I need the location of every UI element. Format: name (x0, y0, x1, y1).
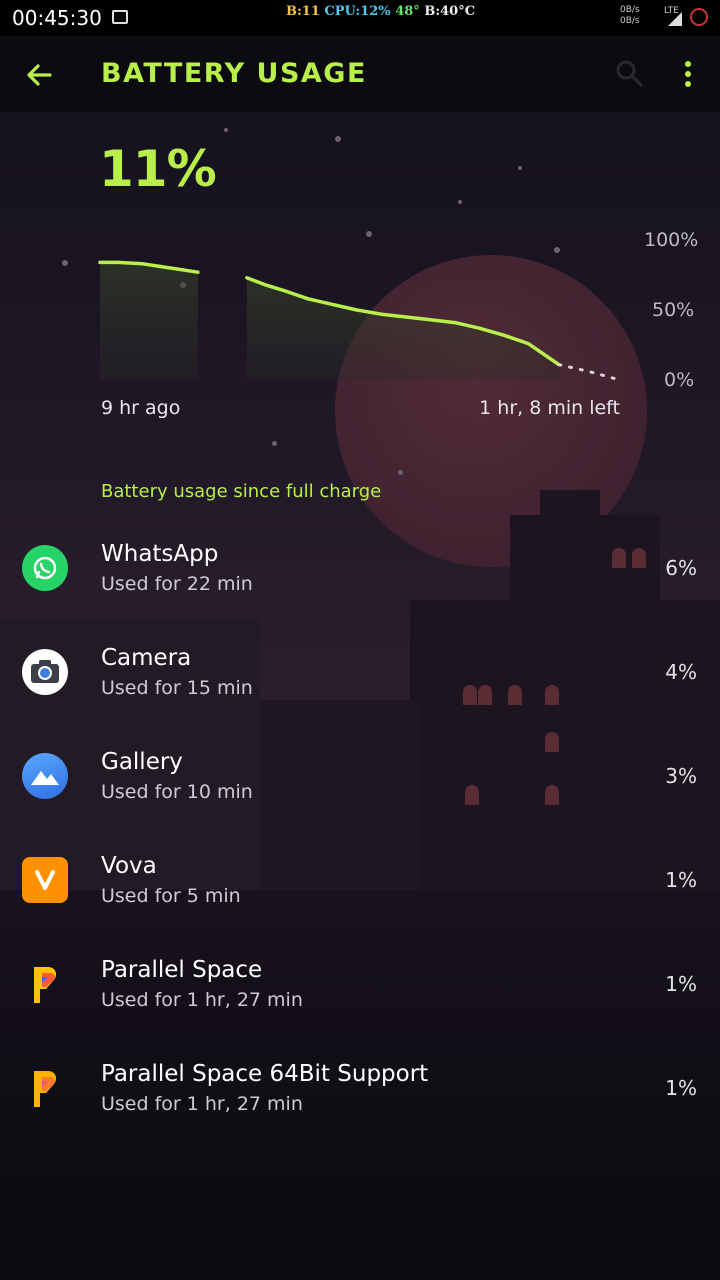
camera-icon (22, 649, 68, 695)
stat-battery-temp: B:40°C (424, 4, 476, 19)
app-usage-percent: 1% (665, 972, 697, 996)
status-bar: 00:45:30 B:11 CPU:12% 48° B:40°C 0B/s 0B… (0, 0, 720, 36)
more-vert-icon[interactable] (676, 60, 700, 88)
stat-cpu-temp: 48° (395, 4, 420, 19)
network-speed: 0B/s 0B/s (620, 5, 640, 27)
star-decoration (458, 200, 462, 204)
page-title: BATTERY USAGE (101, 58, 367, 89)
app-usage-row-gallery[interactable]: Gallery Used for 10 min 3% (0, 749, 720, 857)
star-decoration (272, 441, 277, 446)
search-icon[interactable] (614, 58, 644, 88)
app-usage-percent: 3% (665, 764, 697, 788)
app-usage-row-parallel-space-64bit[interactable]: Parallel Space 64Bit Support Used for 1 … (0, 1061, 720, 1169)
app-name: Vova (101, 853, 157, 879)
signal-icon (668, 12, 682, 26)
battery-chart (98, 260, 622, 382)
app-name: Parallel Space 64Bit Support (101, 1061, 429, 1087)
projection-line (557, 363, 622, 382)
battery-percent: 11% (99, 140, 217, 198)
app-bar: BATTERY USAGE (0, 36, 720, 112)
app-usage-percent: 6% (665, 556, 697, 580)
y-tick-100: 100% (644, 229, 699, 251)
vova-icon (22, 857, 68, 903)
image-notification-icon (112, 10, 128, 24)
house-chimney (540, 490, 600, 530)
app-usage-duration: Used for 1 hr, 27 min (101, 989, 303, 1011)
app-usage-percent: 4% (665, 660, 697, 684)
y-tick-50: 50% (652, 299, 695, 321)
app-usage-row-vova[interactable]: Vova Used for 5 min 1% (0, 853, 720, 961)
whatsapp-icon (22, 545, 68, 591)
app-usage-duration: Used for 1 hr, 27 min (101, 1093, 303, 1115)
app-usage-row-whatsapp[interactable]: WhatsApp Used for 22 min 6% (0, 541, 720, 649)
y-tick-0: 0% (664, 369, 695, 391)
system-stats: B:11 CPU:12% 48° B:40°C (286, 4, 475, 19)
app-name: Camera (101, 645, 192, 671)
app-usage-duration: Used for 5 min (101, 885, 241, 907)
usage-area-segment-1 (100, 262, 198, 380)
app-name: Parallel Space (101, 957, 263, 983)
status-time: 00:45:30 (12, 6, 102, 30)
arrow-left-icon[interactable] (22, 58, 56, 92)
app-name: WhatsApp (101, 541, 219, 567)
star-decoration (224, 128, 228, 132)
chart-time-left-label: 1 hr, 8 min left (479, 397, 620, 419)
stat-b: B:11 (286, 4, 320, 19)
app-usage-duration: Used for 10 min (101, 781, 253, 803)
net-up: 0B/s (620, 5, 640, 15)
chart-start-label: 9 hr ago (101, 397, 181, 419)
star-decoration (398, 470, 403, 475)
app-name: Gallery (101, 749, 183, 775)
app-usage-percent: 1% (665, 1076, 697, 1100)
app-usage-percent: 1% (665, 868, 697, 892)
app-usage-row-camera[interactable]: Camera Used for 15 min 4% (0, 645, 720, 753)
chart-series-group (98, 260, 622, 382)
app-usage-duration: Used for 15 min (101, 677, 253, 699)
battery-status-icon (690, 8, 708, 26)
star-decoration (518, 166, 522, 170)
net-down: 0B/s (620, 16, 640, 26)
gallery-icon (22, 753, 68, 799)
stat-cpu: CPU:12% (324, 4, 391, 19)
star-decoration (335, 136, 341, 142)
parallel-space-icon (22, 961, 68, 1007)
app-usage-duration: Used for 22 min (101, 573, 253, 595)
section-header: Battery usage since full charge (101, 481, 382, 502)
parallel-space-64bit-icon (22, 1065, 68, 1111)
app-usage-row-parallel-space[interactable]: Parallel Space Used for 1 hr, 27 min 1% (0, 957, 720, 1065)
